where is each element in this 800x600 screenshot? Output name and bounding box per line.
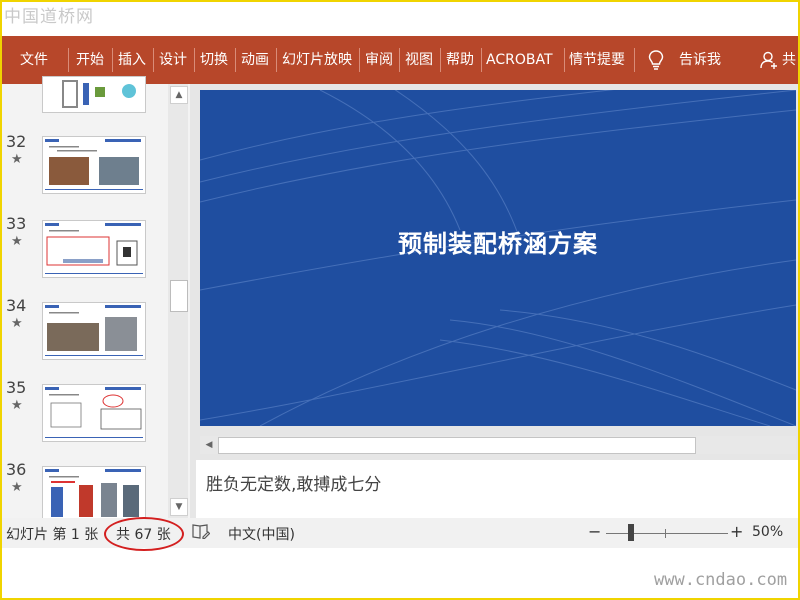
slide-editing-area: 预制装配桥涵方案 ◀ 胜负无定数,敢搏成七分	[190, 84, 798, 518]
thumbnail-row-32: 32 ★	[2, 132, 167, 202]
animation-star-icon: ★	[11, 152, 23, 167]
language-indicator[interactable]: 中文(中国)	[228, 524, 295, 544]
watermark-bottom: www.cndao.com	[654, 570, 788, 590]
tab-view[interactable]: 视图	[405, 36, 433, 84]
slide-title[interactable]: 预制装配桥涵方案	[200, 224, 796, 259]
tab-acrobat[interactable]: ACROBAT	[486, 36, 553, 84]
horizontal-scrollbar-thumb[interactable]	[218, 437, 696, 454]
tab-review[interactable]: 审阅	[365, 36, 393, 84]
animation-star-icon: ★	[11, 480, 23, 495]
animation-star-icon: ★	[11, 316, 23, 331]
speaker-notes-pane[interactable]: 胜负无定数,敢搏成七分	[196, 460, 798, 518]
tab-transitions[interactable]: 切换	[200, 36, 228, 84]
horizontal-scrollbar[interactable]: ◀	[200, 436, 796, 454]
speaker-notes-text[interactable]: 胜负无定数,敢搏成七分	[206, 470, 381, 495]
thumbnail-row-36: 36 ★	[2, 460, 167, 520]
scrollbar-thumb[interactable]	[170, 280, 188, 312]
slide-thumbnail[interactable]	[42, 76, 146, 113]
slide-number: 32	[6, 132, 27, 151]
zoom-out-button[interactable]: −	[588, 522, 601, 541]
zoom-in-button[interactable]: +	[730, 522, 743, 541]
slide-thumbnail[interactable]	[42, 220, 146, 278]
zoom-slider-center-mark	[665, 529, 666, 538]
zoom-level[interactable]: 50%	[752, 524, 783, 540]
thumbnail-row-34: 34 ★	[2, 296, 167, 366]
book-edit-icon	[192, 524, 211, 540]
tell-me-box[interactable]: 告诉我	[646, 36, 776, 84]
thumbnail-row-35: 35 ★	[2, 378, 167, 448]
tab-design[interactable]: 设计	[159, 36, 187, 84]
watermark-top: 中国道桥网	[4, 7, 94, 27]
slide-number: 36	[6, 460, 27, 479]
zoom-slider-thumb[interactable]	[628, 524, 634, 541]
slide-thumbnail[interactable]	[42, 384, 146, 442]
slide-number: 35	[6, 378, 27, 397]
scroll-down-arrow-icon[interactable]: ▼	[170, 498, 188, 516]
slide-position-label: 幻灯片 第 1 张	[6, 527, 99, 543]
tab-help[interactable]: 帮助	[446, 36, 474, 84]
slide-number: 33	[6, 214, 27, 233]
tab-slideshow[interactable]: 幻灯片放映	[282, 36, 352, 84]
tab-animations[interactable]: 动画	[241, 36, 269, 84]
slide-thumbnail[interactable]	[42, 302, 146, 360]
zoom-slider-track[interactable]	[606, 533, 728, 534]
share-label: 共	[782, 52, 796, 68]
person-icon	[760, 51, 777, 69]
slide-thumbnail-panel: 32 ★ 33 ★ 34 ★ 35 ★ 36 ★ ▲ ▼	[2, 76, 190, 520]
slide-number: 34	[6, 296, 27, 315]
slide-thumbnail[interactable]	[42, 136, 146, 194]
animation-star-icon: ★	[11, 234, 23, 249]
animation-star-icon: ★	[11, 398, 23, 413]
annotation-circle	[104, 517, 184, 551]
tell-me-label: 告诉我	[679, 52, 721, 68]
slide-thumbnail[interactable]	[42, 466, 146, 520]
share-button[interactable]: 共	[760, 36, 798, 84]
tab-storyboarding[interactable]: 情节提要	[569, 36, 625, 84]
scroll-left-arrow-icon[interactable]: ◀	[202, 437, 216, 453]
notes-toggle-button[interactable]	[192, 523, 211, 543]
lightbulb-icon	[648, 50, 664, 70]
current-slide[interactable]: 预制装配桥涵方案	[200, 90, 796, 426]
thumbnail-scrollbar[interactable]: ▲ ▼	[168, 84, 188, 518]
scroll-up-arrow-icon[interactable]: ▲	[170, 86, 188, 104]
thumbnail-row-33: 33 ★	[2, 214, 167, 284]
